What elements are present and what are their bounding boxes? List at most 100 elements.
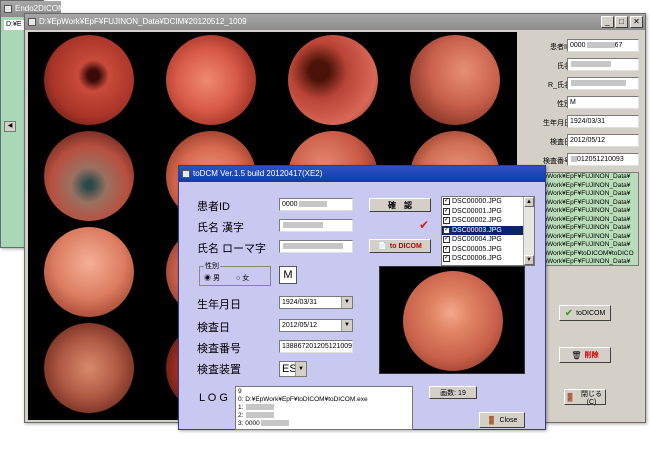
name-kanji-label: 氏名 漢字 bbox=[197, 222, 245, 234]
file-name: DSC00002.JPG bbox=[452, 217, 502, 224]
log-line: 2: bbox=[238, 412, 410, 420]
trash-icon: 🗑 bbox=[571, 350, 582, 360]
file-list-item[interactable]: ✓ DSC00003.JPG bbox=[442, 225, 523, 235]
sex-display: M bbox=[279, 266, 297, 284]
todcm-title: toDCM Ver.1.5 build 20120417(XE2) bbox=[193, 169, 323, 178]
log-line: 3: 0000 bbox=[238, 420, 410, 428]
modality-label: 検査装置 bbox=[197, 364, 241, 376]
name-label: 氏名 bbox=[557, 63, 571, 70]
file-list[interactable]: ✓ DSC00000.JPG ✓ DSC00001.JPG ✓ DSC00002.JPG ✓… bbox=[441, 196, 535, 266]
file-checkbox[interactable]: ✓ bbox=[443, 236, 450, 244]
confirm-button[interactable]: 確 認 bbox=[369, 198, 431, 212]
patient-id-label: 患者ID bbox=[197, 201, 230, 213]
dob-field[interactable]: 1924/03/31 bbox=[567, 115, 639, 128]
endo2dicom-title: Endo2DICOM bbox=[15, 4, 61, 13]
file-list-item[interactable]: ✓ DSC00000.JPG bbox=[442, 197, 523, 207]
thumbnail[interactable] bbox=[30, 34, 148, 126]
thumbnail[interactable] bbox=[30, 322, 148, 414]
sex-label: 性別 bbox=[557, 101, 571, 108]
name-roman-input[interactable] bbox=[279, 240, 353, 253]
file-name: DSC00006.JPG bbox=[452, 255, 502, 262]
log-box[interactable]: 9 0: D:¥EpWork¥EpF¥toDICOM¥toDICOM.exe 1: … bbox=[235, 386, 413, 430]
log-label: L O G bbox=[199, 392, 228, 404]
dialog-close-button[interactable]: 🚪 Close bbox=[479, 412, 525, 428]
sex-groupbox: 性別 ◉ 男 ○ 女 bbox=[199, 261, 271, 286]
exam-no-input[interactable]: 138867201205121009 bbox=[279, 340, 353, 353]
check-icon: ✔ bbox=[564, 307, 574, 319]
roman-name-field[interactable] bbox=[567, 77, 639, 90]
door-icon: 🚪 bbox=[565, 392, 575, 402]
exam-date-label: 検査日 bbox=[550, 139, 571, 146]
sex-field[interactable]: M bbox=[567, 96, 639, 109]
todicom-button[interactable]: ✔ toDICOM bbox=[559, 305, 611, 321]
thumbnail[interactable] bbox=[396, 34, 514, 126]
file-name: DSC00000.JPG bbox=[452, 198, 502, 205]
todcm-titlebar[interactable]: toDCM Ver.1.5 build 20120417(XE2) bbox=[179, 166, 545, 182]
sex-female-radio[interactable]: ○ 女 bbox=[236, 273, 249, 283]
file-checkbox[interactable]: ✓ bbox=[443, 245, 450, 253]
file-checkbox[interactable]: ✓ bbox=[443, 226, 450, 234]
file-checkbox[interactable]: ✓ bbox=[443, 217, 450, 225]
file-name: DSC00003.JPG bbox=[452, 226, 502, 234]
patient-id-field[interactable]: 0000 67 bbox=[567, 39, 639, 52]
file-checkbox[interactable]: ✓ bbox=[443, 255, 450, 263]
preview-endoscopy-image bbox=[403, 271, 503, 371]
scroll-up-arrow[interactable]: ▲ bbox=[524, 197, 534, 207]
thumbnail[interactable] bbox=[152, 34, 270, 126]
file-list-item[interactable]: ✓ DSC00005.JPG bbox=[442, 245, 523, 255]
sex-male-radio[interactable]: ◉ 男 bbox=[204, 273, 220, 283]
chevron-down-icon: ▼ bbox=[341, 297, 352, 308]
chevron-down-icon: ▼ bbox=[341, 320, 352, 331]
door-icon: 🚪 bbox=[486, 415, 497, 425]
file-name: DSC00005.JPG bbox=[452, 245, 502, 253]
name-kanji-input[interactable] bbox=[279, 219, 353, 232]
modality-select[interactable]: ES ▼ bbox=[279, 361, 307, 377]
file-checkbox[interactable]: ✓ bbox=[443, 198, 450, 206]
name-field[interactable] bbox=[567, 58, 639, 71]
name-roman-label: 氏名 ローマ字 bbox=[197, 243, 267, 255]
thumbnail[interactable] bbox=[30, 130, 148, 222]
file-name: DSC00001.JPG bbox=[452, 207, 502, 215]
dob-label: 生年月日 bbox=[197, 299, 241, 311]
app-icon bbox=[4, 5, 12, 13]
log-line: 9 bbox=[238, 388, 242, 395]
dob-label: 生年月日 bbox=[543, 120, 571, 127]
exam-date-field[interactable]: 2012/05/12 bbox=[567, 134, 639, 147]
image-count: 画数: 19 bbox=[429, 386, 477, 399]
patient-id-label: 患者ID bbox=[550, 44, 571, 51]
chevron-down-icon: ▼ bbox=[295, 362, 306, 376]
file-list-item[interactable]: ✓ DSC00001.JPG bbox=[442, 207, 523, 217]
log-line: 0: D:¥EpWork¥EpF¥toDICOM¥toDICOM.exe bbox=[238, 396, 368, 403]
dob-datepicker[interactable]: 1924/03/31 ▼ bbox=[279, 296, 353, 309]
preview-image-panel bbox=[379, 266, 525, 374]
file-list-item[interactable]: ✓ DSC00006.JPG bbox=[442, 254, 523, 264]
file-list-scrollbar[interactable]: ▲ ▼ bbox=[523, 197, 534, 265]
viewer-titlebar[interactable]: D:¥EpWork¥EpF¥FUJINON_Data¥DCIM¥20120512… bbox=[25, 14, 645, 30]
exam-date-datepicker[interactable]: 2012/05/12 ▼ bbox=[279, 319, 353, 332]
scroll-down-arrow[interactable]: ▼ bbox=[524, 255, 534, 265]
file-list-item[interactable]: ✓ DSC00004.JPG bbox=[442, 235, 523, 245]
close-window-button[interactable]: ✕ bbox=[630, 16, 643, 28]
file-checkbox[interactable]: ✓ bbox=[443, 207, 450, 215]
file-list-item[interactable]: ✓ DSC00002.JPG bbox=[442, 216, 523, 226]
todicom-button[interactable]: 📄 to DICOM bbox=[369, 239, 431, 253]
exam-no-field[interactable]: 012051210093 bbox=[567, 153, 639, 166]
delete-button[interactable]: 🗑 削除 bbox=[559, 347, 611, 363]
minimize-button[interactable]: _ bbox=[601, 16, 614, 28]
close-button[interactable]: 🚪 閉じる(C) bbox=[564, 389, 606, 406]
roman-name-label: R_氏名 bbox=[548, 82, 571, 89]
sex-group-label: 性別 bbox=[204, 261, 220, 271]
viewer-title: D:¥EpWork¥EpF¥FUJINON_Data¥DCIM¥20120512… bbox=[39, 17, 247, 26]
thumbnail[interactable] bbox=[274, 34, 392, 126]
document-icon: 📄 bbox=[378, 243, 387, 250]
endo2dicom-left-arrow[interactable]: ◀ bbox=[4, 121, 16, 132]
exam-date-label: 検査日 bbox=[197, 322, 230, 334]
file-name: DSC00004.JPG bbox=[452, 236, 502, 243]
check-icon: ✔ bbox=[419, 218, 430, 232]
maximize-button[interactable]: □ bbox=[615, 16, 628, 28]
todcm-dialog: toDCM Ver.1.5 build 20120417(XE2) 患者ID 0… bbox=[178, 165, 546, 430]
patient-id-input[interactable]: 0000 bbox=[279, 198, 353, 211]
app-icon bbox=[28, 18, 36, 26]
app-icon bbox=[182, 170, 190, 178]
thumbnail[interactable] bbox=[30, 226, 148, 318]
